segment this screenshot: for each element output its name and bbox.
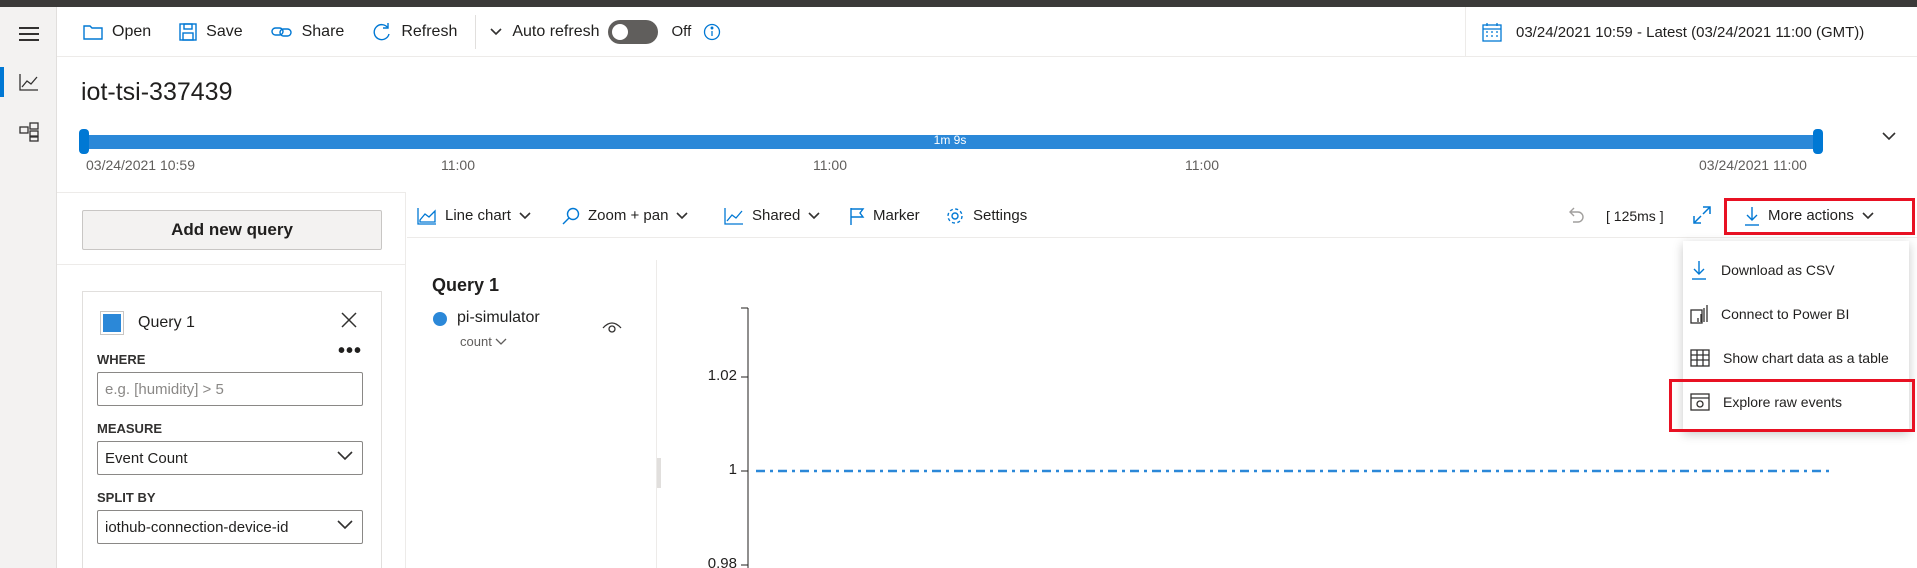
query-panel: Add new query Query 1 ••• WHERE e.g. [hu… [57, 192, 406, 568]
save-label: Save [206, 22, 243, 40]
refresh-label: Refresh [401, 22, 458, 40]
model-icon[interactable] [0, 112, 57, 152]
measure-select[interactable]: Event Count [97, 441, 363, 475]
close-icon[interactable] [341, 312, 357, 328]
timeline-label: 03/24/2021 11:00 [1699, 157, 1807, 173]
chevron-down-icon [808, 211, 820, 219]
share-link-icon [270, 26, 292, 37]
left-rail [0, 7, 57, 568]
date-range-text: 03/24/2021 10:59 - Latest (03/24/2021 11… [1516, 23, 1865, 41]
save-icon [179, 22, 197, 41]
line-chart-icon [417, 207, 436, 225]
add-new-query-button[interactable]: Add new query [82, 210, 382, 250]
toggle-knob [611, 23, 628, 40]
analyze-icon[interactable] [0, 62, 57, 102]
settings-button[interactable]: Settings [945, 193, 1027, 238]
share-button[interactable]: Share [257, 7, 359, 57]
chart-toolbar: Line chart Zoom + pan Shared Marker Sett… [407, 193, 1917, 238]
timeline-label: 11:00 [441, 157, 475, 173]
y-tick-label: 0.98 [707, 555, 737, 568]
main-toolbar: Open Save Share Refresh Auto refresh Off… [57, 7, 1917, 57]
timeline-end-handle[interactable] [1813, 129, 1823, 154]
open-button[interactable]: Open [57, 7, 165, 57]
date-range-picker[interactable]: 03/24/2021 10:59 - Latest (03/24/2021 11… [1465, 7, 1917, 57]
shared-axis-icon [724, 207, 743, 225]
split-by-select[interactable]: iothub-connection-device-id [97, 510, 363, 544]
toolbar-divider [475, 14, 477, 49]
query-name: Query 1 [138, 314, 195, 331]
download-icon [1692, 261, 1706, 280]
chart-panel-divider [656, 260, 657, 568]
explore-raw-events-highlight [1669, 379, 1915, 432]
shared-label: Shared [752, 207, 801, 224]
legend-query-title: Query 1 [432, 275, 500, 295]
measure-value: Event Count [105, 449, 188, 467]
chevron-down-icon [495, 338, 507, 345]
series-measure-value: count [460, 334, 492, 349]
gear-icon [947, 207, 963, 224]
chevron-down-icon [519, 211, 531, 219]
expand-icon[interactable] [1693, 206, 1711, 224]
search-icon [562, 207, 580, 224]
refresh-button[interactable]: Refresh [358, 7, 471, 57]
chevron-down-icon [337, 520, 353, 530]
timeline-label: 11:00 [1185, 157, 1219, 173]
y-tick-label: 1.02 [707, 367, 737, 384]
zoom-pan-label: Zoom + pan [588, 207, 669, 224]
zoom-pan-button[interactable]: Zoom + pan [562, 193, 689, 238]
shared-axis-button[interactable]: Shared [724, 193, 820, 238]
share-label: Share [301, 22, 345, 40]
timeline-label: 11:00 [813, 157, 847, 173]
refresh-icon [373, 22, 390, 40]
line-chart-label: Line chart [445, 207, 511, 224]
more-actions-highlight [1724, 198, 1915, 235]
calendar-icon [1482, 23, 1502, 42]
latency-indicator: [ 125ms ] [1606, 207, 1664, 224]
menu-item-power-bi[interactable]: Connect to Power BI [1683, 292, 1909, 336]
chevron-down-icon [337, 451, 353, 461]
legend-series-name[interactable]: pi-simulator [457, 309, 540, 327]
timeline-start-handle[interactable] [79, 129, 89, 154]
split-by-label: SPLIT BY [97, 490, 156, 505]
menu-item-label: Download as CSV [1721, 262, 1835, 278]
query-card: Query 1 ••• WHERE e.g. [humidity] > 5 ME… [82, 291, 382, 568]
auto-refresh-label: Auto refresh [512, 22, 600, 40]
timeline-expand-chevron-icon[interactable] [1882, 132, 1896, 141]
query-color-swatch[interactable] [100, 311, 124, 335]
hamburger-menu-icon[interactable] [0, 14, 57, 54]
series-color-dot [433, 312, 447, 326]
series-measure-select[interactable]: count [460, 334, 507, 349]
more-options-icon[interactable]: ••• [338, 340, 362, 363]
marker-label: Marker [873, 207, 920, 224]
y-tick-label: 1 [728, 461, 737, 478]
chevron-down-icon [676, 211, 689, 219]
folder-icon [83, 24, 103, 40]
marker-button[interactable]: Marker [849, 193, 920, 238]
environment-title: iot-tsi-337439 [81, 78, 233, 106]
where-label: WHERE [97, 352, 146, 367]
measure-label: MEASURE [97, 421, 163, 436]
open-label: Open [112, 22, 152, 40]
where-input[interactable]: e.g. [humidity] > 5 [97, 372, 363, 406]
auto-refresh-state: Off [671, 23, 692, 40]
line-chart-button[interactable]: Line chart [417, 193, 531, 238]
menu-item-label: Show chart data as a table [1723, 350, 1889, 366]
eye-icon[interactable] [602, 320, 622, 334]
info-icon[interactable] [703, 23, 721, 41]
split-by-value: iothub-connection-device-id [105, 518, 289, 536]
menu-item-label: Connect to Power BI [1721, 306, 1850, 322]
refresh-options-chevron-icon[interactable] [480, 7, 512, 57]
query-panel-divider [57, 264, 405, 265]
flag-icon [850, 207, 865, 225]
timeline-duration: 1m 9s [933, 133, 967, 147]
save-button[interactable]: Save [165, 7, 256, 57]
power-bi-icon [1690, 305, 1708, 324]
settings-label: Settings [973, 207, 1028, 224]
menu-item-show-table[interactable]: Show chart data as a table [1683, 336, 1909, 380]
menu-item-download-csv[interactable]: Download as CSV [1683, 248, 1909, 292]
table-icon [1690, 349, 1710, 367]
timeline-label: 03/24/2021 10:59 [86, 157, 195, 173]
auto-refresh-toggle[interactable] [607, 19, 658, 44]
undo-icon[interactable] [1567, 206, 1585, 224]
